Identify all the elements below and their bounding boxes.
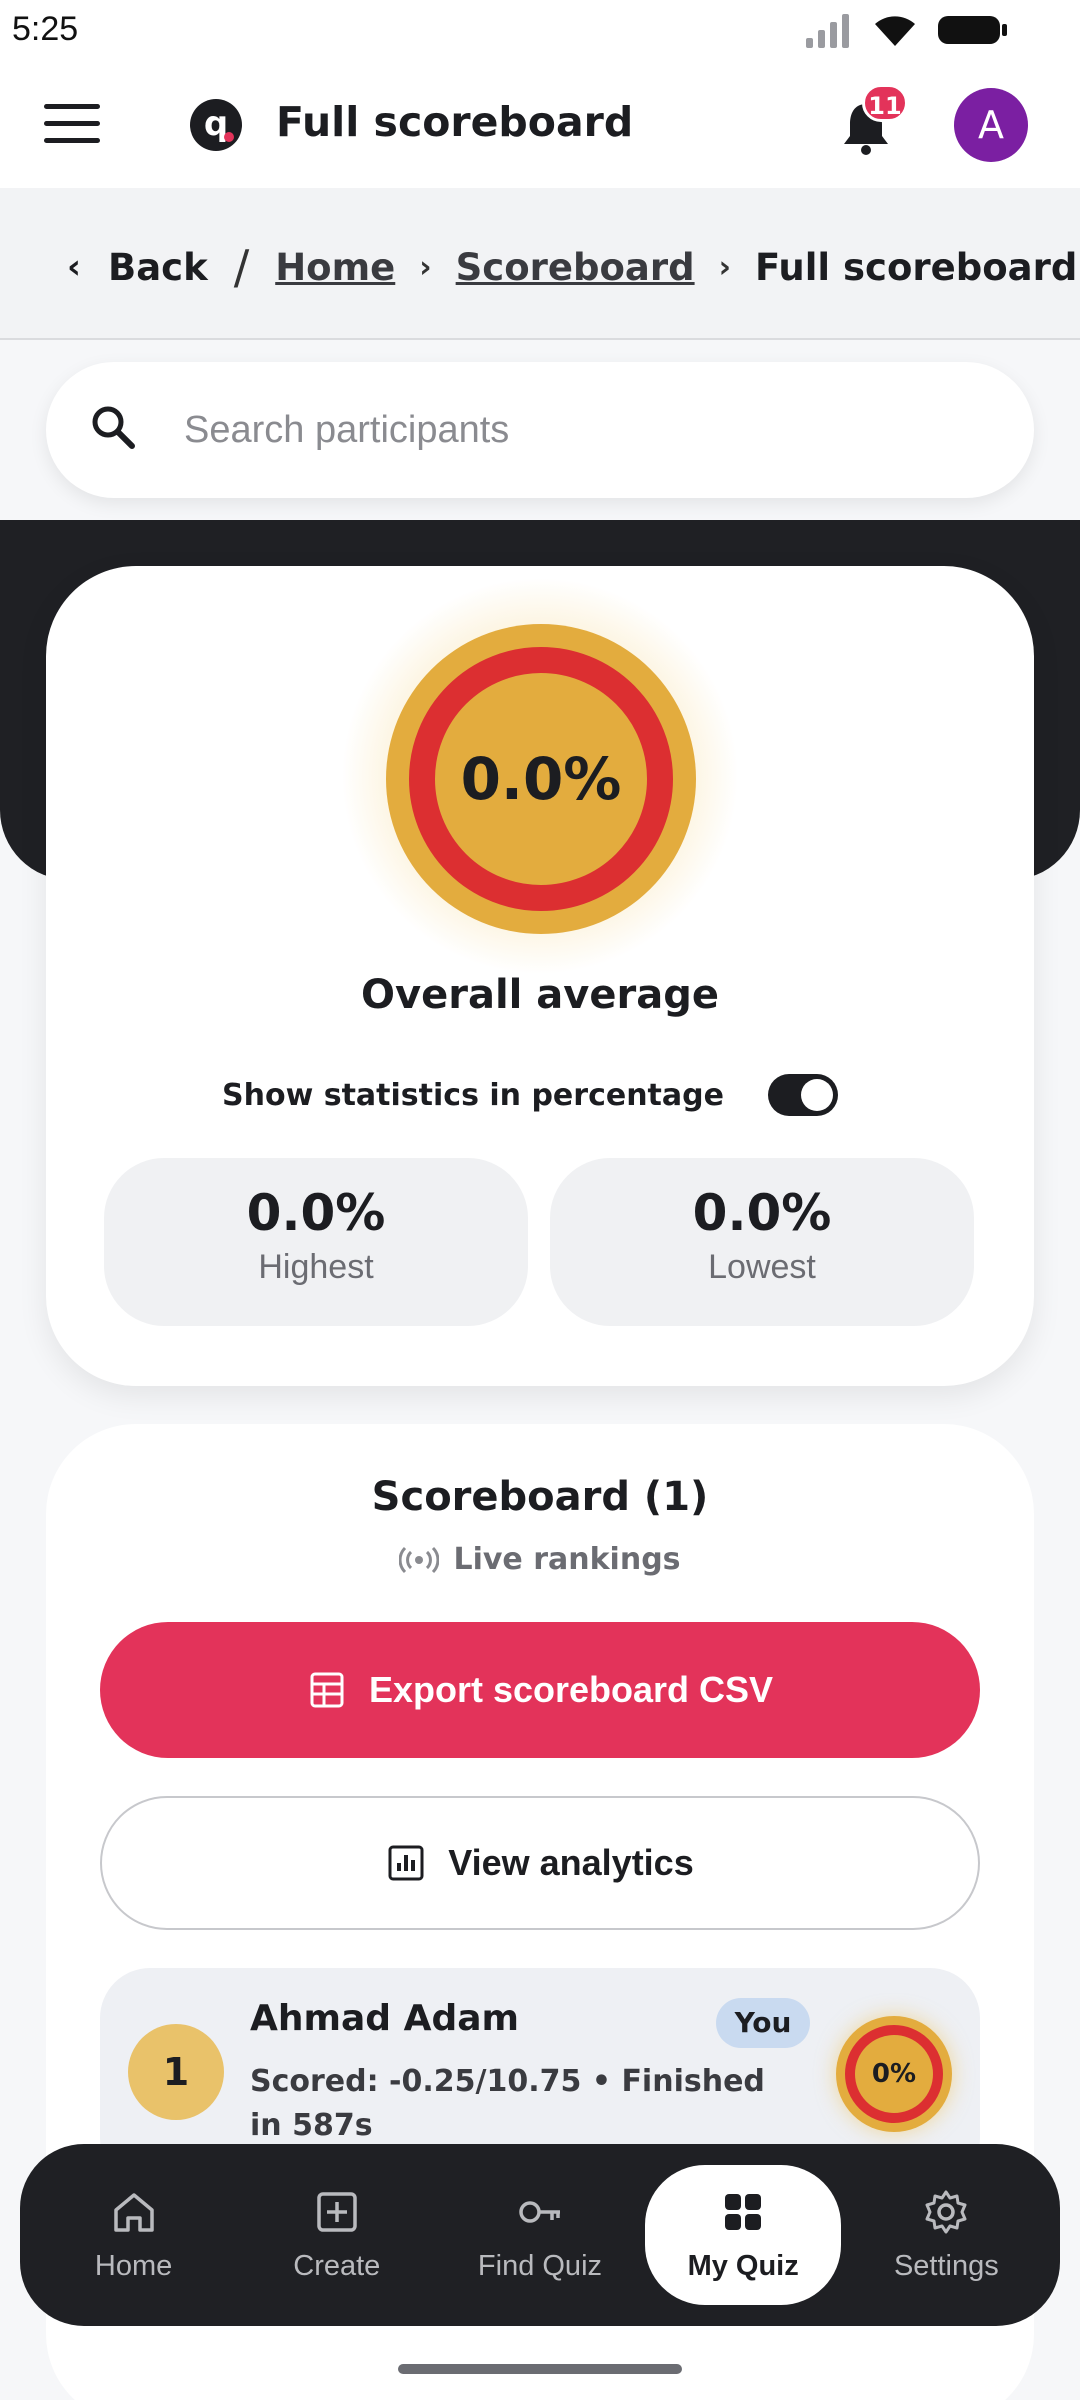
lowest-value: 0.0% (692, 1184, 832, 1242)
plus-square-icon (317, 2191, 357, 2232)
breadcrumb-home[interactable]: Home (275, 246, 395, 289)
nav-create[interactable]: Create (239, 2165, 435, 2305)
highest-label: Highest (258, 1248, 374, 1286)
highest-stat: 0.0% Highest (104, 1158, 528, 1326)
nav-settings-label: Settings (893, 2249, 999, 2282)
rank-badge: 1 (128, 2024, 224, 2120)
stats-card: 0.0% Overall average Show statistics in … (46, 566, 1034, 1386)
nav-create-label: Create (293, 2249, 381, 2282)
nav-find-quiz-label: Find Quiz (477, 2249, 603, 2282)
notification-badge: 11 (862, 84, 908, 122)
signal-icon (806, 14, 849, 48)
menu-icon (44, 104, 100, 109)
page-title: Full scoreboard (276, 98, 634, 146)
breadcrumb-current: Full scoreboard (754, 245, 1078, 289)
home-icon (113, 2192, 154, 2232)
search-box[interactable] (46, 362, 1034, 498)
status-bar: 5:25 (0, 0, 1080, 60)
export-csv-label: Export scoreboard CSV (368, 1669, 774, 1710)
menu-button[interactable] (44, 104, 100, 144)
chevron-right-icon: › (718, 249, 731, 285)
scoreboard-title: Scoreboard (1) (371, 1474, 709, 1520)
chevron-left-icon[interactable]: ‹ (60, 247, 88, 287)
participant-score: 0% (845, 2025, 943, 2123)
overall-average-value: 0.0% (409, 647, 673, 911)
breadcrumb-divider: / (233, 240, 250, 294)
key-icon (519, 2200, 560, 2223)
battery-icon (938, 16, 1007, 44)
view-analytics-button[interactable]: View analytics (100, 1796, 980, 1930)
analytics-icon (388, 1845, 424, 1881)
broadcast-icon (399, 1546, 440, 1573)
breadcrumb-scoreboard[interactable]: Scoreboard (456, 246, 695, 289)
search-icon (92, 406, 135, 449)
grid-icon (725, 2193, 762, 2230)
home-indicator (398, 2364, 682, 2374)
breadcrumb: ‹ Back / Home › Scoreboard › Full scoreb… (60, 240, 1077, 294)
nav-home[interactable]: Home (36, 2165, 232, 2305)
lowest-label: Lowest (708, 1248, 816, 1286)
app-bar: q Full scoreboard 11 A (0, 60, 1080, 188)
highest-value: 0.0% (246, 1184, 386, 1242)
wifi-icon (875, 16, 915, 46)
app-logo: q (190, 99, 242, 151)
nav-my-quiz-label: My Quiz (687, 2249, 799, 2282)
nav-my-quiz[interactable]: My Quiz (645, 2165, 842, 2305)
status-icons (804, 12, 1008, 48)
participant-name: Ahmad Adam (250, 1998, 520, 2039)
back-link[interactable]: Back (108, 246, 208, 289)
percentage-toggle-label: Show statistics in percentage (222, 1077, 724, 1113)
search-input[interactable] (184, 392, 984, 468)
participant-detail: Scored: -0.25/10.75 • Finished in 587s (250, 2064, 765, 2143)
nav-home-label: Home (94, 2249, 173, 2282)
live-rankings-label: Live rankings (453, 1542, 681, 1577)
live-rankings: Live rankings (46, 1542, 1034, 1577)
overall-average-ring: 0.0% (386, 624, 696, 934)
overall-average-label: Overall average (361, 972, 719, 1018)
gear-icon (925, 2190, 967, 2233)
status-time: 5:25 (12, 10, 79, 48)
nav-settings[interactable]: Settings (848, 2165, 1044, 2305)
percentage-toggle-row: Show statistics in percentage (222, 1074, 838, 1116)
avatar[interactable]: A (954, 88, 1028, 162)
bottom-nav: Home Create Find Quiz My Quiz Settings (20, 2144, 1060, 2326)
nav-find-quiz[interactable]: Find Quiz (442, 2165, 638, 2305)
export-csv-button[interactable]: Export scoreboard CSV (100, 1622, 980, 1758)
percentage-toggle[interactable] (767, 1074, 838, 1116)
lowest-stat: 0.0% Lowest (550, 1158, 974, 1326)
spreadsheet-icon (310, 1672, 344, 1708)
view-analytics-label: View analytics (448, 1842, 694, 1883)
chevron-right-icon: › (419, 249, 432, 285)
you-badge: You (716, 1998, 810, 2048)
breadcrumb-bar: ‹ Back / Home › Scoreboard › Full scoreb… (0, 188, 1080, 340)
participant-score-ring: 0% (836, 2016, 952, 2132)
